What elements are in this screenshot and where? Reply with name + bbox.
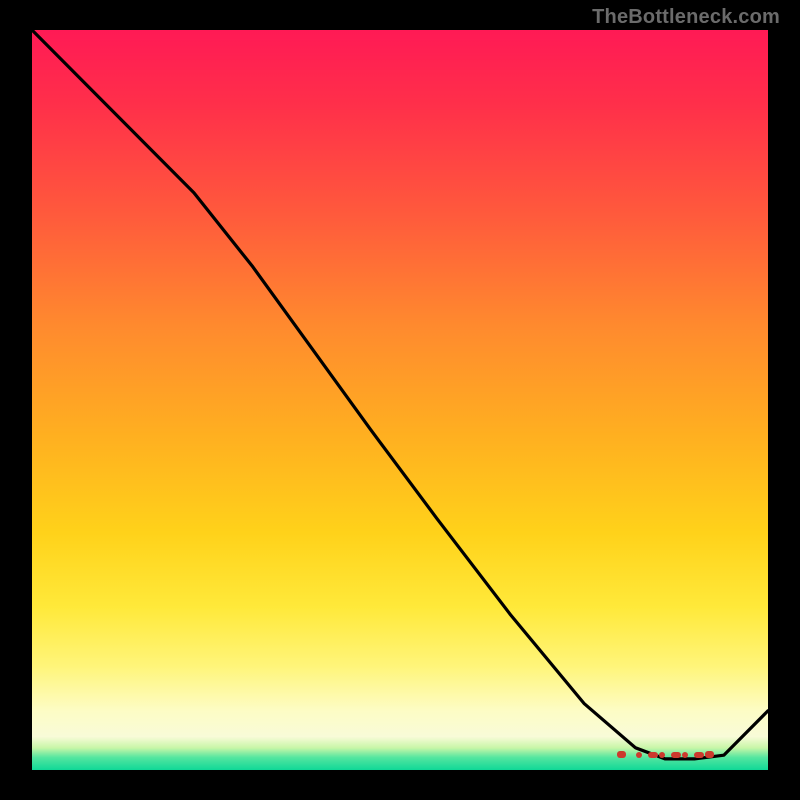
chart-stage: TheBottleneck.com xyxy=(0,0,800,800)
bottleneck-curve xyxy=(32,30,768,770)
watermark-text: TheBottleneck.com xyxy=(592,6,780,29)
plot-area xyxy=(32,30,768,770)
valley-dash-marker xyxy=(32,748,768,758)
curve-path xyxy=(32,30,768,759)
